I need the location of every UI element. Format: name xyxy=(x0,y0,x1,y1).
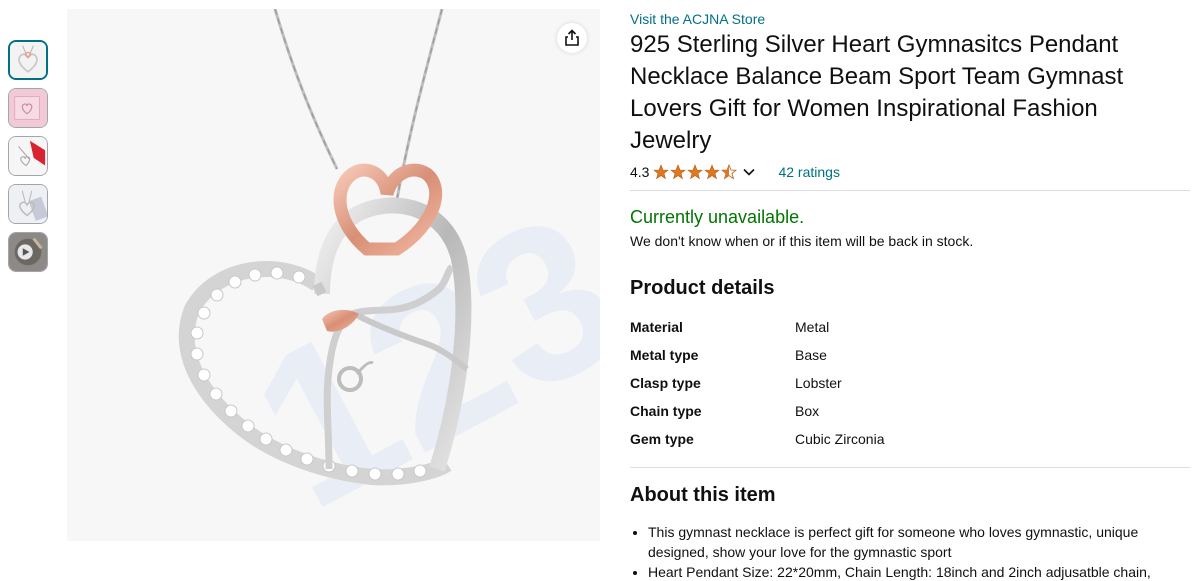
detail-key: Metal type xyxy=(630,347,699,363)
share-icon xyxy=(565,29,579,46)
pink-gift-box-thumb-icon xyxy=(9,89,47,127)
thumbnail-4[interactable] xyxy=(8,184,48,224)
detail-value: Base xyxy=(795,347,827,363)
about-heading: About this item xyxy=(630,484,776,506)
table-row: Gem type Cubic Zirconia xyxy=(630,425,884,453)
product-details-heading: Product details xyxy=(630,277,775,299)
list-item: Heart Pendant Size: 22*20mm, Chain Lengt… xyxy=(648,562,1175,581)
about-bullets: This gymnast necklace is perfect gift fo… xyxy=(630,522,1175,581)
ratings-count-link[interactable]: 42 ratings xyxy=(778,164,839,180)
necklace-card-thumb-icon xyxy=(9,185,47,223)
thumbnail-strip xyxy=(8,40,48,280)
video-play-thumb-icon xyxy=(9,233,47,271)
availability-status: Currently unavailable. xyxy=(630,207,805,227)
heart-necklace-thumb-icon xyxy=(10,42,46,78)
detail-key: Material xyxy=(630,319,683,335)
thumbnail-1[interactable] xyxy=(8,40,48,80)
product-details-table: Material Metal Metal type Base Clasp typ… xyxy=(630,313,884,453)
star-full-icon xyxy=(670,164,687,180)
product-details-column: Visit the ACJNA Store 925 Sterling Silve… xyxy=(630,10,1190,581)
detail-key: Gem type xyxy=(630,431,694,447)
rating-value: 4.3 xyxy=(630,164,650,180)
share-button[interactable] xyxy=(557,23,587,53)
detail-value: Box xyxy=(795,403,820,419)
detail-value: Metal xyxy=(795,319,830,335)
availability-note: We don't know when or if this item will … xyxy=(630,233,974,249)
detail-key: Clasp type xyxy=(630,375,701,391)
rating-row: 4.3 42 ratings xyxy=(630,162,1190,182)
store-link[interactable]: Visit the ACJNA Store xyxy=(630,10,1190,28)
thumbnail-3[interactable] xyxy=(8,136,48,176)
red-card-thumb-icon xyxy=(9,137,47,175)
table-row: Material Metal xyxy=(630,313,884,341)
thumbnail-5-video[interactable] xyxy=(8,232,48,272)
star-full-icon xyxy=(653,164,670,180)
divider xyxy=(630,467,1190,468)
star-rating[interactable] xyxy=(653,164,756,180)
star-half-icon xyxy=(721,164,738,180)
detail-value: Cubic Zirconia xyxy=(795,431,885,447)
detail-value: Lobster xyxy=(795,375,842,391)
table-row: Metal type Base xyxy=(630,341,884,369)
chevron-down-icon xyxy=(743,168,756,176)
detail-key: Chain type xyxy=(630,403,702,419)
main-product-image[interactable]: 123 xyxy=(67,9,600,541)
product-title: 925 Sterling Silver Heart Gymnasitcs Pen… xyxy=(630,31,1124,154)
star-full-icon xyxy=(687,164,704,180)
table-row: Chain type Box xyxy=(630,397,884,425)
heart-pendant-necklace-image: 123 xyxy=(67,9,600,541)
table-row: Clasp type Lobster xyxy=(630,369,884,397)
divider xyxy=(630,190,1190,191)
thumbnail-2[interactable] xyxy=(8,88,48,128)
list-item: This gymnast necklace is perfect gift fo… xyxy=(648,522,1175,562)
star-full-icon xyxy=(704,164,721,180)
